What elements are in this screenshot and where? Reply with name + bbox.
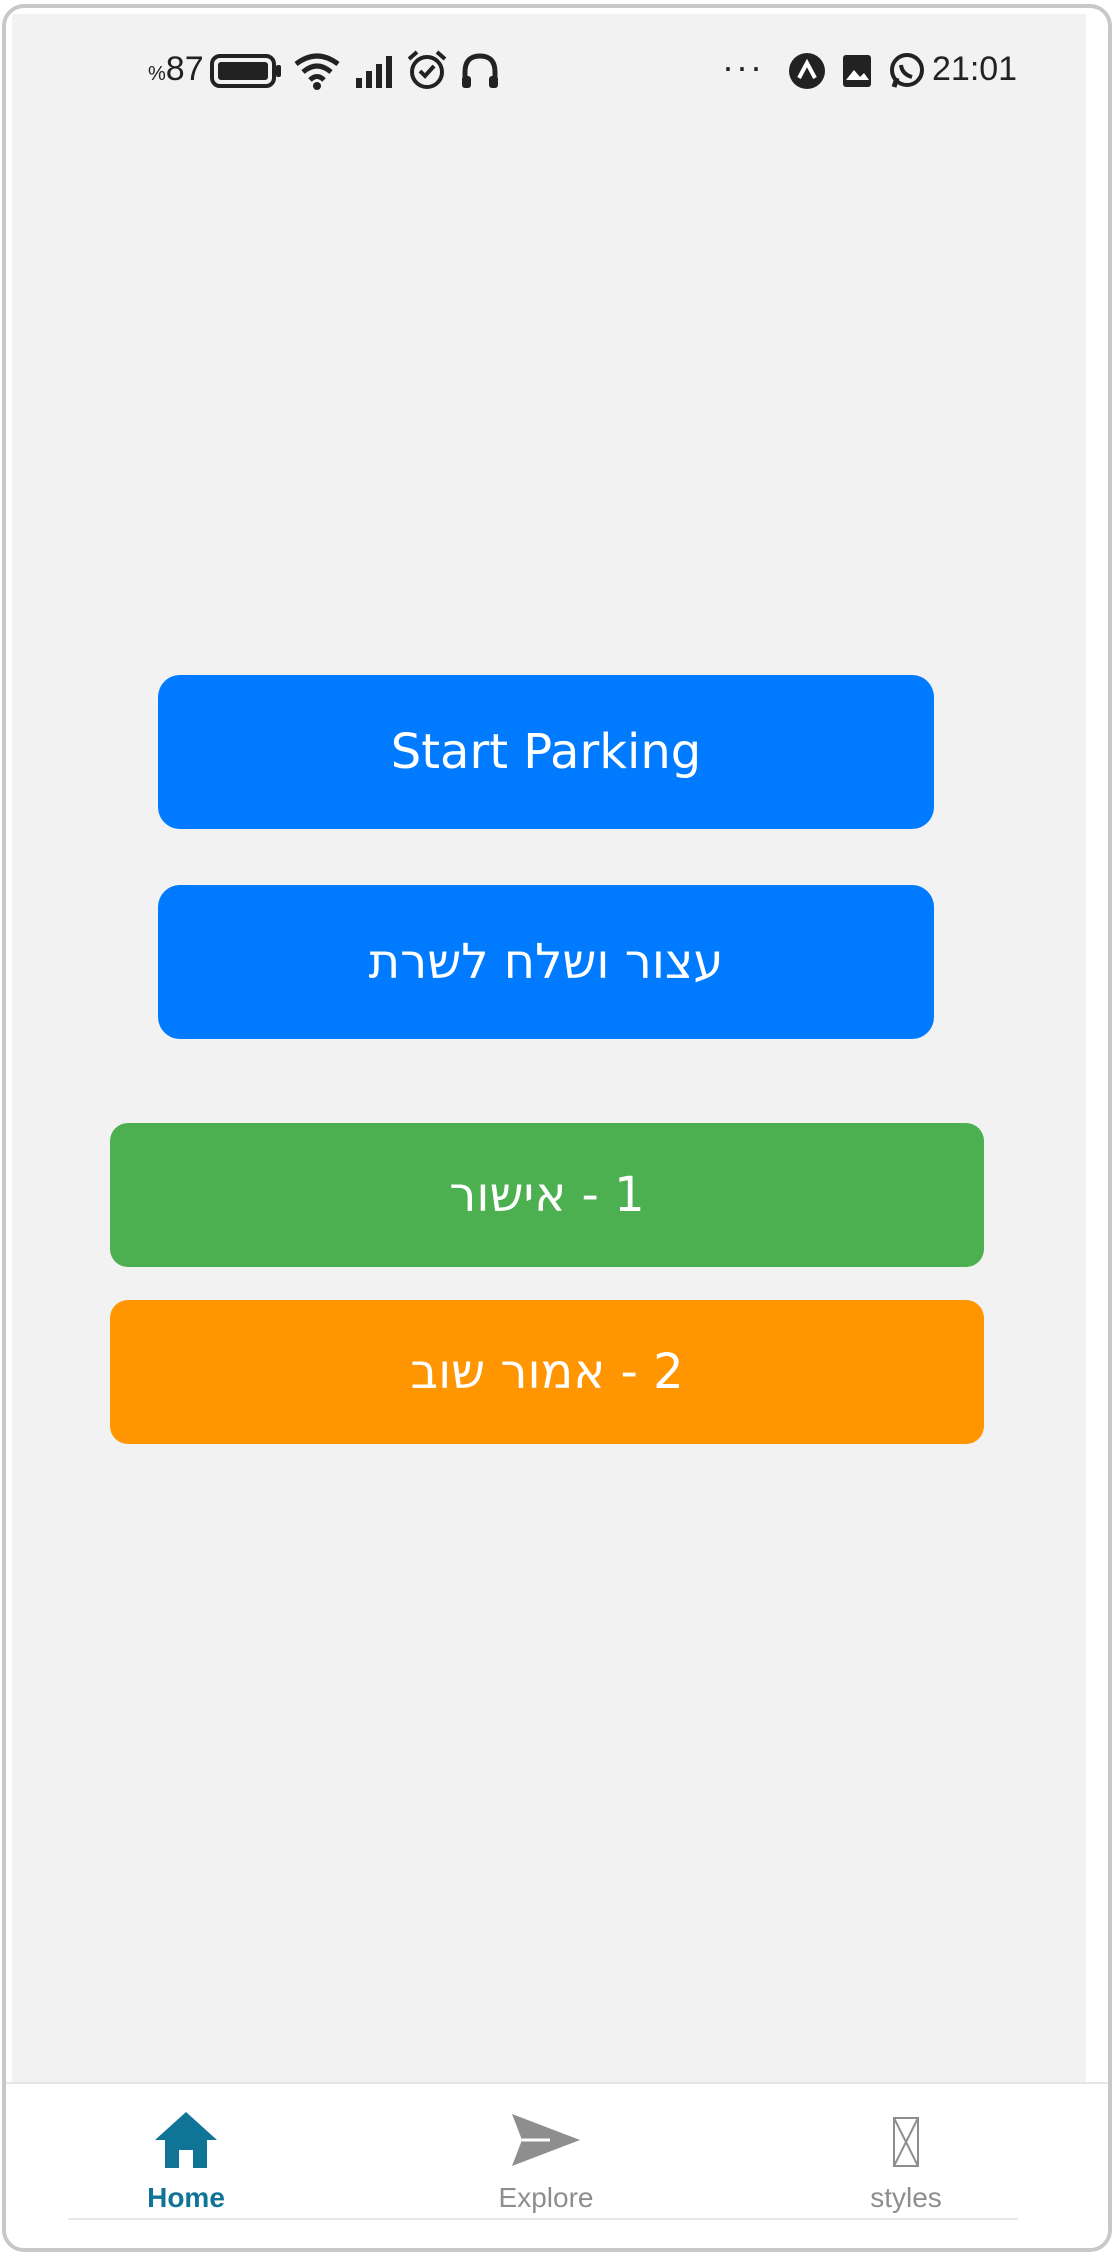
tab-styles[interactable]: styles — [796, 2084, 1016, 2244]
tab-explore-label: Explore — [498, 2182, 594, 2213]
main-screen — [12, 14, 1086, 2084]
missing-image-icon — [893, 2117, 919, 2167]
signal-icon — [356, 56, 392, 88]
clock: 21:01 — [932, 50, 1018, 88]
send-icon — [512, 2114, 580, 2166]
app-a-icon — [789, 53, 825, 89]
phone-frame: %87 ··· 21:01 Start Parking עצור ושלח לש… — [2, 4, 1112, 2252]
battery-percent: %87 — [148, 50, 204, 88]
battery-icon — [210, 54, 281, 88]
say-again-button[interactable]: 2 - אמור שוב — [110, 1300, 984, 1444]
tab-home-label: Home — [147, 2182, 225, 2213]
bottom-tab-bar: Home Explore styles — [6, 2082, 1108, 2248]
stop-and-send-label: עצור ושלח לשרת — [368, 934, 724, 990]
tab-bar-divider — [68, 2218, 1018, 2220]
confirm-label: 1 - אישור — [449, 1167, 645, 1223]
whatsapp-icon — [890, 53, 924, 88]
wifi-icon — [294, 53, 340, 90]
tab-explore[interactable]: Explore — [436, 2084, 656, 2244]
confirm-button[interactable]: 1 - אישור — [110, 1123, 984, 1267]
say-again-label: 2 - אמור שוב — [410, 1344, 684, 1400]
start-parking-button[interactable]: Start Parking — [158, 675, 934, 829]
home-icon — [155, 2112, 217, 2168]
status-bar: %87 ··· 21:01 — [6, 8, 1108, 128]
headphones-icon — [462, 53, 498, 88]
more-dots-icon: ··· — [722, 46, 764, 87]
stop-and-send-button[interactable]: עצור ושלח לשרת — [158, 885, 934, 1039]
start-parking-label: Start Parking — [390, 724, 702, 780]
alarm-icon — [407, 50, 447, 89]
tab-home[interactable]: Home — [76, 2084, 296, 2244]
gallery-icon — [843, 55, 871, 87]
tab-styles-label: styles — [870, 2182, 942, 2213]
